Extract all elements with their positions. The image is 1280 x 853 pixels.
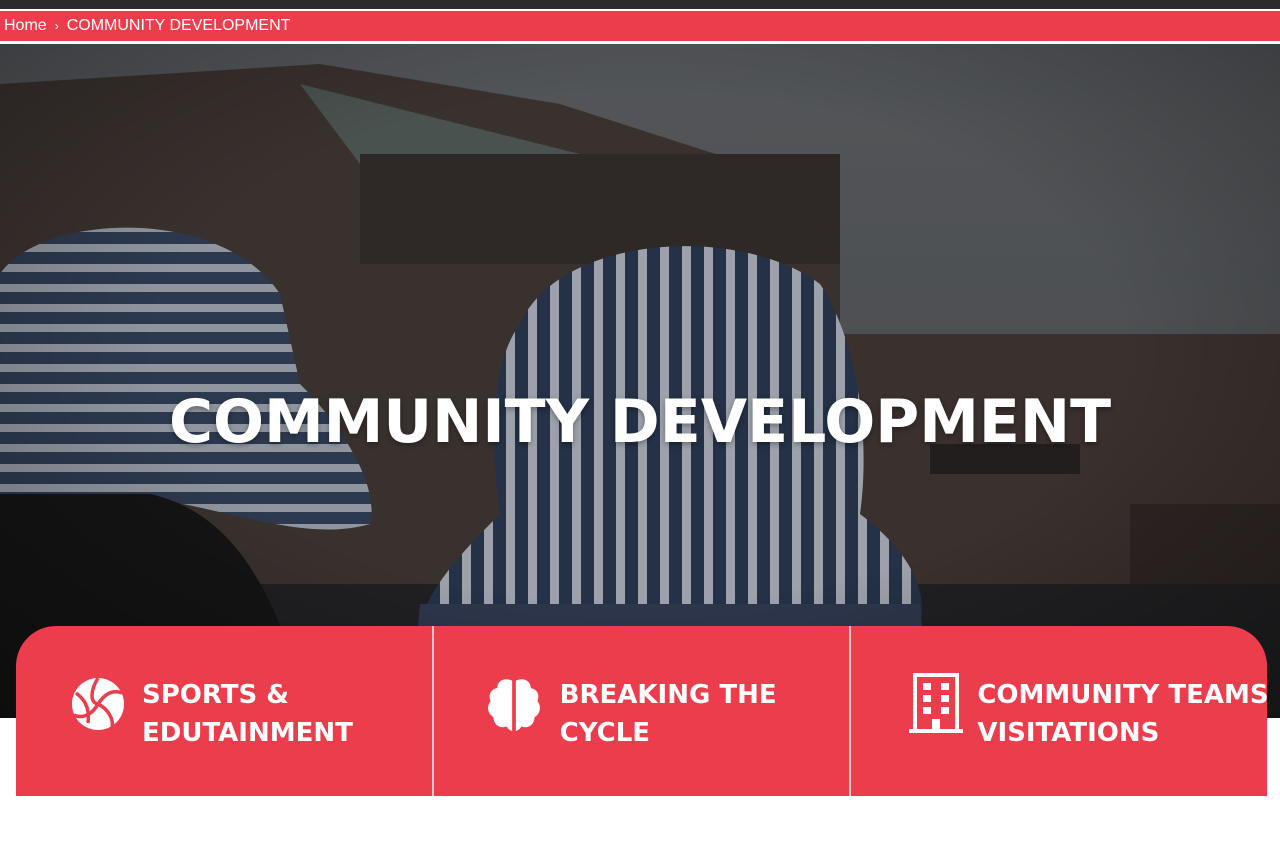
card-sports-edutainment[interactable]: SPORTS & EDUTAINMENT (16, 626, 432, 796)
card-breaking-the-cycle[interactable]: BREAKING THE CYCLE (431, 626, 850, 796)
card-label: COMMUNITY TEAMS VISITATIONS (977, 676, 1267, 752)
card-label: SPORTS & EDUTAINMENT (142, 676, 422, 752)
card-label: BREAKING THE CYCLE (560, 676, 840, 752)
brain-icon (487, 679, 540, 732)
breadcrumb: Home › COMMUNITY DEVELOPMENT (0, 11, 1280, 43)
program-cards: SPORTS & EDUTAINMENT BREAKING THE CYCLE (16, 626, 1267, 796)
card-label-line2: VISITATIONS (977, 718, 1160, 748)
card-label-line2: EDUTAINMENT (142, 718, 353, 748)
card-label-line1: BREAKING THE (559, 680, 777, 710)
card-label-line1: SPORTS & (142, 680, 289, 710)
hero-background-image (0, 44, 1280, 718)
top-header-strip (0, 0, 1280, 9)
page-title: COMMUNITY DEVELOPMENT (168, 387, 1112, 457)
breadcrumb-home-link[interactable]: Home (4, 17, 47, 35)
building-icon (909, 673, 964, 733)
card-community-teams-visitations[interactable]: COMMUNITY TEAMS VISITATIONS (849, 626, 1267, 796)
breadcrumb-current: COMMUNITY DEVELOPMENT (66, 17, 291, 34)
hero-banner: COMMUNITY DEVELOPMENT (0, 44, 1280, 718)
volleyball-icon (72, 677, 124, 730)
card-label-line1: COMMUNITY TEAMS (977, 680, 1267, 710)
card-label-line2: CYCLE (559, 718, 651, 748)
breadcrumb-separator-icon: › (54, 19, 59, 33)
